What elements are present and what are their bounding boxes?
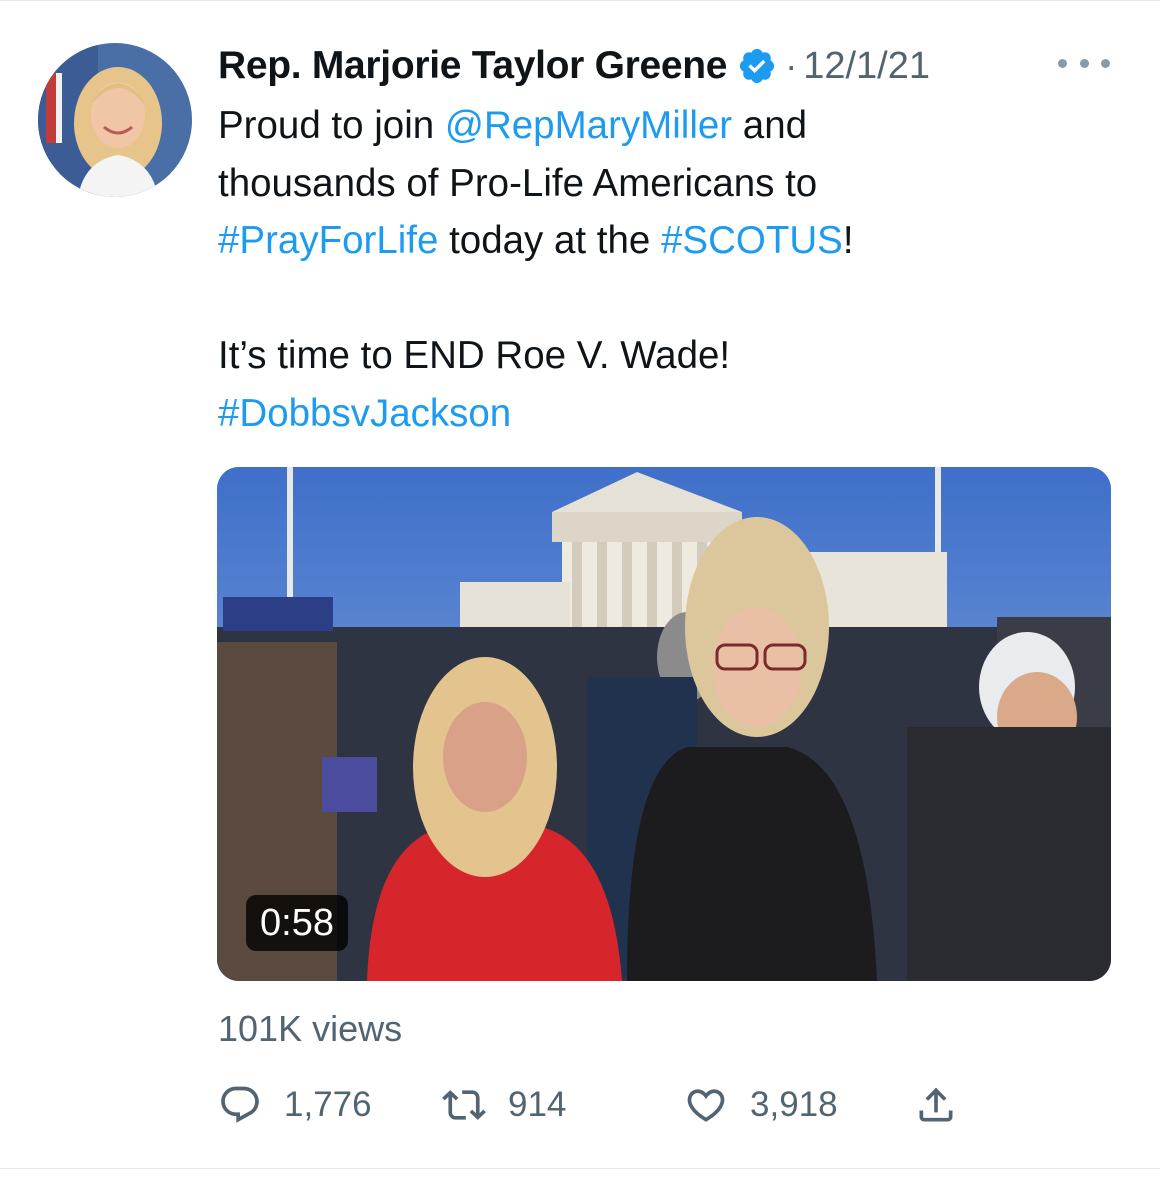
hashtag-link[interactable]: #SCOTUS bbox=[661, 219, 843, 262]
retweet-count: 914 bbox=[508, 1085, 567, 1124]
like-button[interactable]: 3,918 bbox=[684, 1075, 838, 1135]
more-options-icon[interactable] bbox=[1058, 50, 1110, 76]
verified-badge-icon bbox=[737, 46, 777, 86]
tweet-line: #PrayForLife today at the #SCOTUS! bbox=[218, 212, 1118, 270]
share-icon bbox=[914, 1083, 958, 1127]
video-player[interactable]: 0:58 bbox=[217, 467, 1111, 981]
tweet-line: Proud to join @RepMaryMiller and bbox=[218, 97, 1118, 155]
hashtag-link[interactable]: #PrayForLife bbox=[218, 219, 438, 262]
share-button[interactable] bbox=[914, 1075, 958, 1135]
author-name[interactable]: Rep. Marjorie Taylor Greene bbox=[218, 44, 727, 88]
text-span: today at the bbox=[438, 219, 662, 262]
retweet-button[interactable]: 914 bbox=[442, 1075, 566, 1135]
reply-button[interactable]: 1,776 bbox=[218, 1075, 372, 1135]
more-dot bbox=[1101, 58, 1110, 68]
video-thumbnail bbox=[217, 467, 1111, 981]
mention-link[interactable]: @RepMaryMiller bbox=[445, 104, 732, 147]
tweet-text: Proud to join @RepMaryMiller and thousan… bbox=[218, 97, 1118, 442]
text-span: ! bbox=[842, 219, 854, 262]
tweet-line: thousands of Pro-Life Americans to bbox=[218, 161, 818, 205]
tweet-line: It’s time to END Roe V. Wade! bbox=[218, 334, 731, 377]
more-dot bbox=[1079, 58, 1089, 68]
video-duration: 0:58 bbox=[246, 895, 348, 951]
text-span: and bbox=[732, 104, 808, 147]
avatar-photo bbox=[38, 43, 192, 197]
heart-icon bbox=[684, 1083, 728, 1127]
tweet-date[interactable]: 12/1/21 bbox=[803, 45, 930, 88]
action-bar: 1,776 914 3,918 bbox=[0, 1075, 1160, 1135]
bottom-divider bbox=[0, 1168, 1160, 1169]
author-avatar[interactable] bbox=[38, 43, 192, 197]
more-dot bbox=[1058, 58, 1067, 68]
view-count: 101K views bbox=[218, 1008, 403, 1049]
like-count: 3,918 bbox=[750, 1085, 838, 1124]
separator-dot: · bbox=[785, 45, 798, 86]
reply-icon bbox=[218, 1083, 262, 1127]
hashtag-link[interactable]: #DobbsvJackson bbox=[218, 385, 1118, 443]
reply-count: 1,776 bbox=[284, 1085, 372, 1124]
retweet-icon bbox=[442, 1083, 486, 1127]
top-divider bbox=[0, 0, 1160, 1]
tweet-header: Rep. Marjorie Taylor Greene · 12/1/21 bbox=[218, 40, 930, 92]
text-span: Proud to join bbox=[218, 104, 445, 147]
